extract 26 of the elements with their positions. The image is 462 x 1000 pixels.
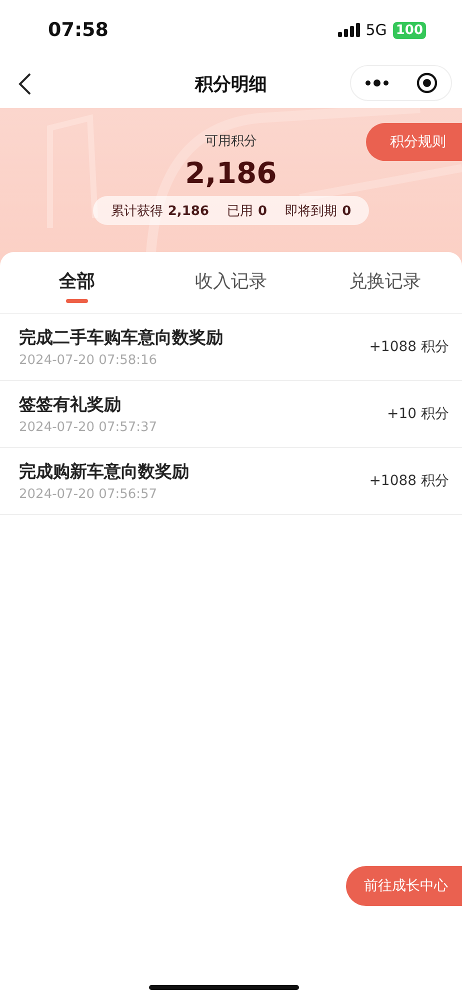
record-time: 2024-07-20 07:56:57 xyxy=(19,487,158,502)
points-label: 可用积分 xyxy=(205,133,257,150)
stat-text: 累计获得 2,186 xyxy=(110,202,210,220)
tab[interactable]: 收入记录 xyxy=(154,252,308,313)
record-title: 完成二手车购车意向数奖励 xyxy=(19,327,223,349)
record-time: 2024-07-20 07:57:37 xyxy=(19,420,158,435)
tab[interactable]: 全部 xyxy=(0,252,154,313)
network-label: 5G xyxy=(366,21,387,39)
record-points: +1088 积分 xyxy=(369,338,449,356)
back-icon[interactable] xyxy=(18,72,32,96)
battery-level: 100 xyxy=(392,22,426,38)
tab[interactable]: 兑换记录 xyxy=(308,252,462,313)
status-time: 07:58 xyxy=(48,19,108,41)
points-value: 2,186 xyxy=(185,156,277,190)
record-points: +10 积分 xyxy=(387,405,449,423)
target-icon[interactable] xyxy=(416,72,438,94)
signal-icon xyxy=(338,23,360,37)
record-time: 2024-07-20 07:58:16 xyxy=(19,353,158,368)
stat-text: 已用 0 xyxy=(227,202,268,220)
page-title: 积分明细 xyxy=(195,73,267,96)
more-icon[interactable] xyxy=(364,79,388,87)
stat-text: 即将到期 0 xyxy=(285,202,352,220)
record-points: +1088 积分 xyxy=(369,472,449,490)
capsule-menu[interactable] xyxy=(350,65,452,101)
record-title: 完成购新车意向数奖励 xyxy=(19,461,189,483)
record-title: 签签有礼奖励 xyxy=(19,394,122,416)
